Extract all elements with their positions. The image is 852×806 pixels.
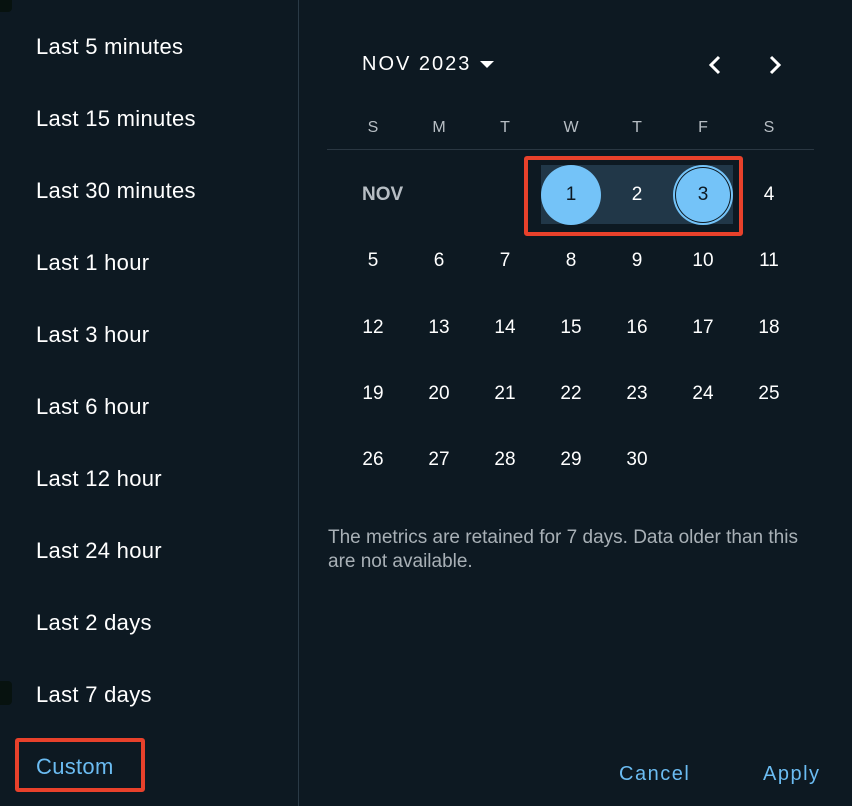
day-8[interactable]: 8 (541, 231, 601, 291)
day-7[interactable]: 7 (475, 231, 535, 291)
month-year-dropdown[interactable]: NOV 2023 (362, 53, 495, 76)
day-27[interactable]: 27 (409, 430, 469, 490)
retention-note: The metrics are retained for 7 days. Dat… (328, 527, 798, 572)
day-25[interactable]: 25 (739, 364, 799, 424)
day-24[interactable]: 24 (673, 364, 733, 424)
preset-last-24-hour[interactable]: Last 24 hour (36, 538, 162, 564)
preset-last-15-minutes[interactable]: Last 15 minutes (36, 106, 196, 132)
day-26[interactable]: 26 (343, 430, 403, 490)
weekday-label: F (698, 119, 708, 136)
chevron-left-icon (708, 55, 721, 75)
day-5[interactable]: 5 (343, 231, 403, 291)
preset-last-3-hour[interactable]: Last 3 hour (36, 322, 149, 348)
day-29[interactable]: 29 (541, 430, 601, 490)
preset-last-12-hour[interactable]: Last 12 hour (36, 466, 162, 492)
weekday-label: W (563, 119, 579, 136)
month-year-label: NOV 2023 (362, 53, 472, 75)
day-9[interactable]: 9 (607, 231, 667, 291)
day-18[interactable]: 18 (739, 298, 799, 358)
day-22[interactable]: 22 (541, 364, 601, 424)
weekday-label: T (500, 119, 510, 136)
day-12[interactable]: 12 (343, 298, 403, 358)
backdrop-edge (0, 681, 12, 705)
apply-button[interactable]: Apply (763, 763, 821, 786)
day-15[interactable]: 15 (541, 298, 601, 358)
inline-month-label: NOV (362, 184, 404, 205)
preset-last-5-minutes[interactable]: Last 5 minutes (36, 34, 183, 60)
day-6[interactable]: 6 (409, 231, 469, 291)
day-14[interactable]: 14 (475, 298, 535, 358)
day-23[interactable]: 23 (607, 364, 667, 424)
day-21[interactable]: 21 (475, 364, 535, 424)
divider (327, 149, 814, 150)
calendar-panel: NOV 2023 S M T W T F S NOV 1 2 3 4 5 6 7 8 9 10 11… (299, 0, 852, 806)
preset-panel: Last 5 minutes Last 15 minutes Last 30 m… (0, 0, 299, 806)
preset-custom[interactable]: Custom (36, 754, 114, 780)
day-20[interactable]: 20 (409, 364, 469, 424)
next-month-button[interactable] (760, 50, 790, 80)
day-11[interactable]: 11 (739, 231, 799, 291)
preset-last-2-days[interactable]: Last 2 days (36, 610, 152, 636)
caret-down-icon (480, 61, 495, 68)
day-13[interactable]: 13 (409, 298, 469, 358)
weekday-label: M (432, 119, 446, 136)
preset-last-6-hour[interactable]: Last 6 hour (36, 394, 149, 420)
day-10[interactable]: 10 (673, 231, 733, 291)
cancel-button[interactable]: Cancel (619, 763, 690, 786)
weekday-label: S (367, 119, 379, 136)
chevron-right-icon (769, 55, 782, 75)
preset-last-1-hour[interactable]: Last 1 hour (36, 250, 149, 276)
range-highlight-box (524, 156, 743, 236)
weekday-header: S M T W T F S (340, 119, 802, 139)
weekday-label: T (632, 119, 642, 136)
day-17[interactable]: 17 (673, 298, 733, 358)
day-4[interactable]: 4 (739, 165, 799, 225)
day-28[interactable]: 28 (475, 430, 535, 490)
preset-last-30-minutes[interactable]: Last 30 minutes (36, 178, 196, 204)
backdrop-edge (0, 0, 12, 12)
day-19[interactable]: 19 (343, 364, 403, 424)
weekday-label: S (763, 119, 775, 136)
prev-month-button[interactable] (700, 50, 730, 80)
preset-last-7-days[interactable]: Last 7 days (36, 682, 152, 708)
day-16[interactable]: 16 (607, 298, 667, 358)
day-30[interactable]: 30 (607, 430, 667, 490)
